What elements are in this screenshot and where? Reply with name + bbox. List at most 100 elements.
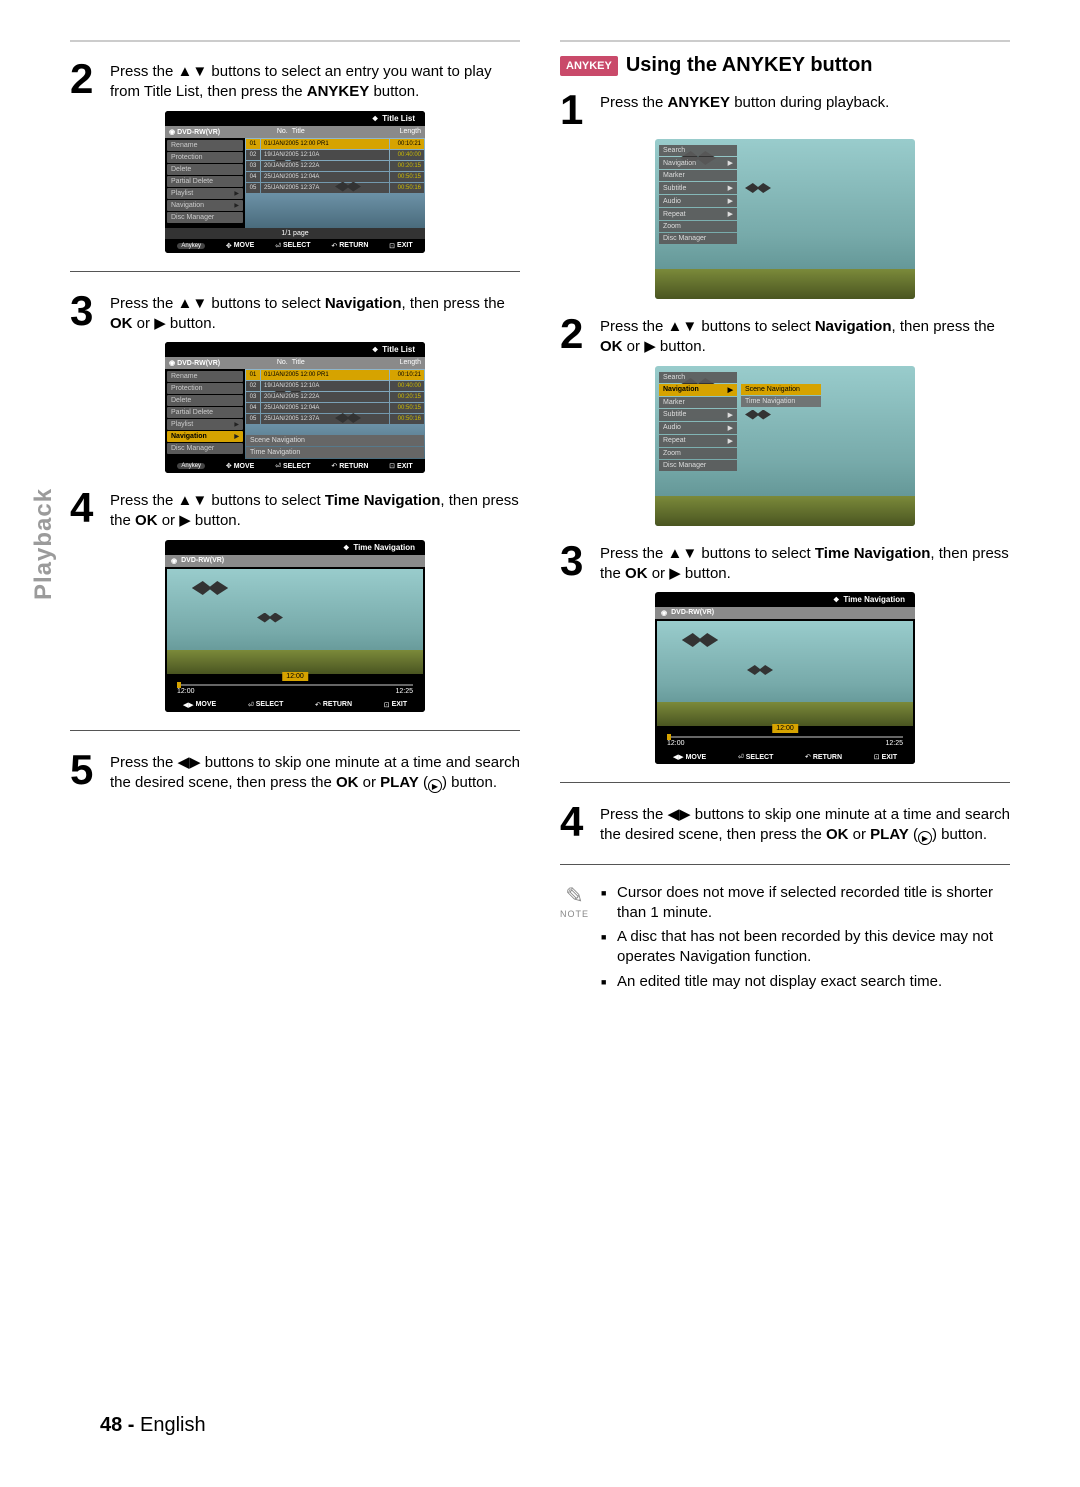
step-text: Press the ▲▼ buttons to select Time Navi… [110, 487, 520, 532]
t: Press the [600, 318, 668, 335]
anymenu-disc-manager[interactable]: Disc Manager [659, 233, 737, 244]
t: or [158, 512, 180, 529]
page-number: 48 - [100, 1414, 134, 1436]
menu-playlist[interactable]: Playlist▶ [167, 188, 243, 199]
menu-disc-manager[interactable]: Disc Manager [167, 212, 243, 223]
osd-nav-sublist: Scene Navigation Time Navigation [245, 435, 425, 458]
title-row[interactable]: 0320/JAN/2005 12:22A00:20:15 [246, 161, 424, 171]
t: Length [400, 359, 421, 367]
t: DVD-RW(VR) [181, 557, 224, 565]
up-down-icon: ▲▼ [668, 545, 698, 562]
t: SELECT [283, 463, 311, 470]
move-icon: ✥ [226, 242, 232, 250]
menu-rename[interactable]: Rename [167, 140, 243, 151]
t: or [848, 826, 870, 843]
menu-delete[interactable]: Delete [167, 164, 243, 175]
menu-partial-delete[interactable]: Partial Delete [167, 407, 243, 418]
t: Navigation [325, 295, 402, 312]
t: DVD-RW(VR) [671, 609, 714, 617]
t: DVD-RW(VR) [177, 360, 220, 367]
time-slider[interactable]: 12:00 12:00 12:25 [165, 676, 425, 698]
menu-navigation[interactable]: Navigation▶ [167, 431, 243, 442]
menu-rename[interactable]: Rename [167, 371, 243, 382]
anykey-word: ANYKEY [307, 83, 370, 100]
move-icon: ◀▶ [183, 701, 194, 709]
anymenu-search[interactable]: Search [659, 145, 737, 156]
select-icon: ⏎ [738, 753, 744, 761]
note-box: ✎NOTE Cursor does not move if selected r… [560, 883, 1010, 996]
t: Press the [600, 94, 668, 111]
t: ANYKEY [668, 94, 731, 111]
t: buttons to select [207, 295, 325, 312]
anymenu-audio[interactable]: Audio▶ [659, 195, 737, 207]
menu-delete[interactable]: Delete [167, 395, 243, 406]
anymenu-repeat[interactable]: Repeat▶ [659, 208, 737, 220]
chevron-right-icon: ▶ [234, 433, 239, 440]
exit-icon: ⊡ [874, 753, 880, 761]
anymenu-search[interactable]: Search [659, 372, 737, 383]
step-text: Press the ◀▶ buttons to skip one minute … [110, 749, 520, 794]
right-column: ANYKEY Using the ANYKEY button 1 Press t… [560, 40, 1010, 996]
sub-scene-navigation[interactable]: Scene Navigation [741, 384, 821, 395]
osd-footer: Anykey ✥MOVE ⏎SELECT ↶RETURN ⊡EXIT [165, 459, 425, 473]
menu-partial-delete[interactable]: Partial Delete [167, 176, 243, 187]
select-icon: ⏎ [248, 701, 254, 709]
sub-time-navigation[interactable]: Time Navigation [741, 396, 821, 407]
title-row[interactable]: 0425/JAN/2005 12:04A00:50:15 [246, 403, 424, 413]
title-row[interactable]: 0425/JAN/2005 12:04A00:50:15 [246, 172, 424, 182]
return-icon: ↶ [315, 701, 321, 709]
t: ) button. [442, 774, 497, 791]
step-text: Press the ANYKEY button during playback. [600, 89, 889, 131]
time-slider[interactable]: 12:00 12:00 12:25 [655, 728, 915, 750]
select-icon: ⏎ [275, 462, 281, 470]
t: button. [681, 565, 731, 582]
disc-icon: ◉ [169, 360, 177, 367]
page-lang: English [140, 1414, 206, 1436]
menu-playlist[interactable]: Playlist▶ [167, 419, 243, 430]
note-item: A disc that has not been recorded by thi… [601, 927, 1010, 968]
sub-scene-navigation[interactable]: Scene Navigation [246, 435, 424, 446]
anykey-tag: ANYKEY [560, 56, 618, 76]
title-row[interactable]: 0219/JAN/2005 12:10A00:40:00 [246, 381, 424, 391]
osd-footer: Anykey ✥MOVE ⏎SELECT ↶RETURN ⊡EXIT [165, 239, 425, 253]
osd-page-info: 1/1 page [165, 228, 425, 239]
anymenu-disc-manager[interactable]: Disc Manager [659, 460, 737, 471]
right-step-1: 1 Press the ANYKEY button during playbac… [560, 89, 1010, 131]
t: or [133, 315, 155, 332]
t: button. [656, 338, 706, 355]
title-row[interactable]: 0219/JAN/2005 12:10A00:40:00 [246, 150, 424, 160]
t: PLAY [380, 774, 419, 791]
title-row[interactable]: 0525/JAN/2005 12:37A00:50:16 [246, 414, 424, 424]
menu-protection[interactable]: Protection [167, 152, 243, 163]
anymenu-zoom[interactable]: Zoom [659, 221, 737, 232]
t: buttons to select [697, 318, 815, 335]
t: DVD-RW(VR) [177, 129, 220, 136]
title-row[interactable]: 0320/JAN/2005 12:22A00:20:15 [246, 392, 424, 402]
exit-icon: ⊡ [384, 701, 390, 709]
osd-footer: ◀▶MOVE ⏎SELECT ↶RETURN ⊡EXIT [165, 698, 425, 712]
menu-navigation[interactable]: Navigation▶ [167, 200, 243, 211]
left-step-3: 3 Press the ▲▼ buttons to select Navigat… [70, 290, 520, 335]
anymenu-audio[interactable]: Audio▶ [659, 422, 737, 434]
menu-disc-manager[interactable]: Disc Manager [167, 443, 243, 454]
anymenu-marker[interactable]: Marker [659, 170, 737, 181]
anymenu-marker[interactable]: Marker [659, 397, 737, 408]
anymenu-subtitle[interactable]: Subtitle▶ [659, 409, 737, 421]
anymenu-navigation[interactable]: Navigation▶ [659, 384, 737, 396]
title-row[interactable]: 0101/JAN/2005 12:00 PR100:10:21 [246, 139, 424, 149]
menu-protection[interactable]: Protection [167, 383, 243, 394]
anymenu-navigation[interactable]: Navigation▶ [659, 157, 737, 169]
chevron-right-icon: ▶ [728, 424, 733, 432]
step-number: 2 [560, 313, 588, 358]
t: or [358, 774, 380, 791]
title-row[interactable]: 0101/JAN/2005 12:00 PR100:10:21 [246, 370, 424, 380]
title-row[interactable]: 0525/JAN/2005 12:37A00:50:16 [246, 183, 424, 193]
anymenu-zoom[interactable]: Zoom [659, 448, 737, 459]
sub-time-navigation[interactable]: Time Navigation [246, 447, 424, 458]
step-number: 1 [560, 89, 588, 131]
anymenu-repeat[interactable]: Repeat▶ [659, 435, 737, 447]
step-text: Press the ▲▼ buttons to select Navigatio… [110, 290, 520, 335]
anymenu-subtitle[interactable]: Subtitle▶ [659, 182, 737, 194]
t: SELECT [283, 242, 311, 249]
step-number: 4 [70, 487, 98, 532]
